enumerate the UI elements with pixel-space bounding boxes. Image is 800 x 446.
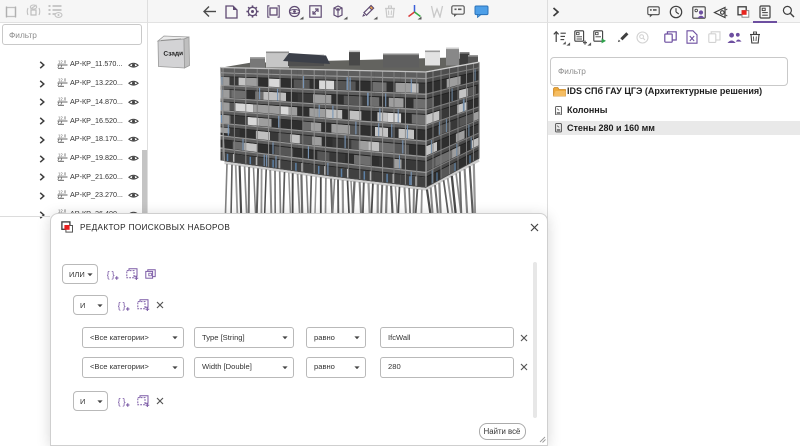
svg-text:{: { <box>118 300 121 311</box>
svg-text:}: } <box>123 396 126 407</box>
svg-text:{: { <box>107 269 110 280</box>
svg-text:{: { <box>118 396 121 407</box>
svg-text:}: } <box>112 269 115 280</box>
svg-text:}: } <box>123 300 126 311</box>
